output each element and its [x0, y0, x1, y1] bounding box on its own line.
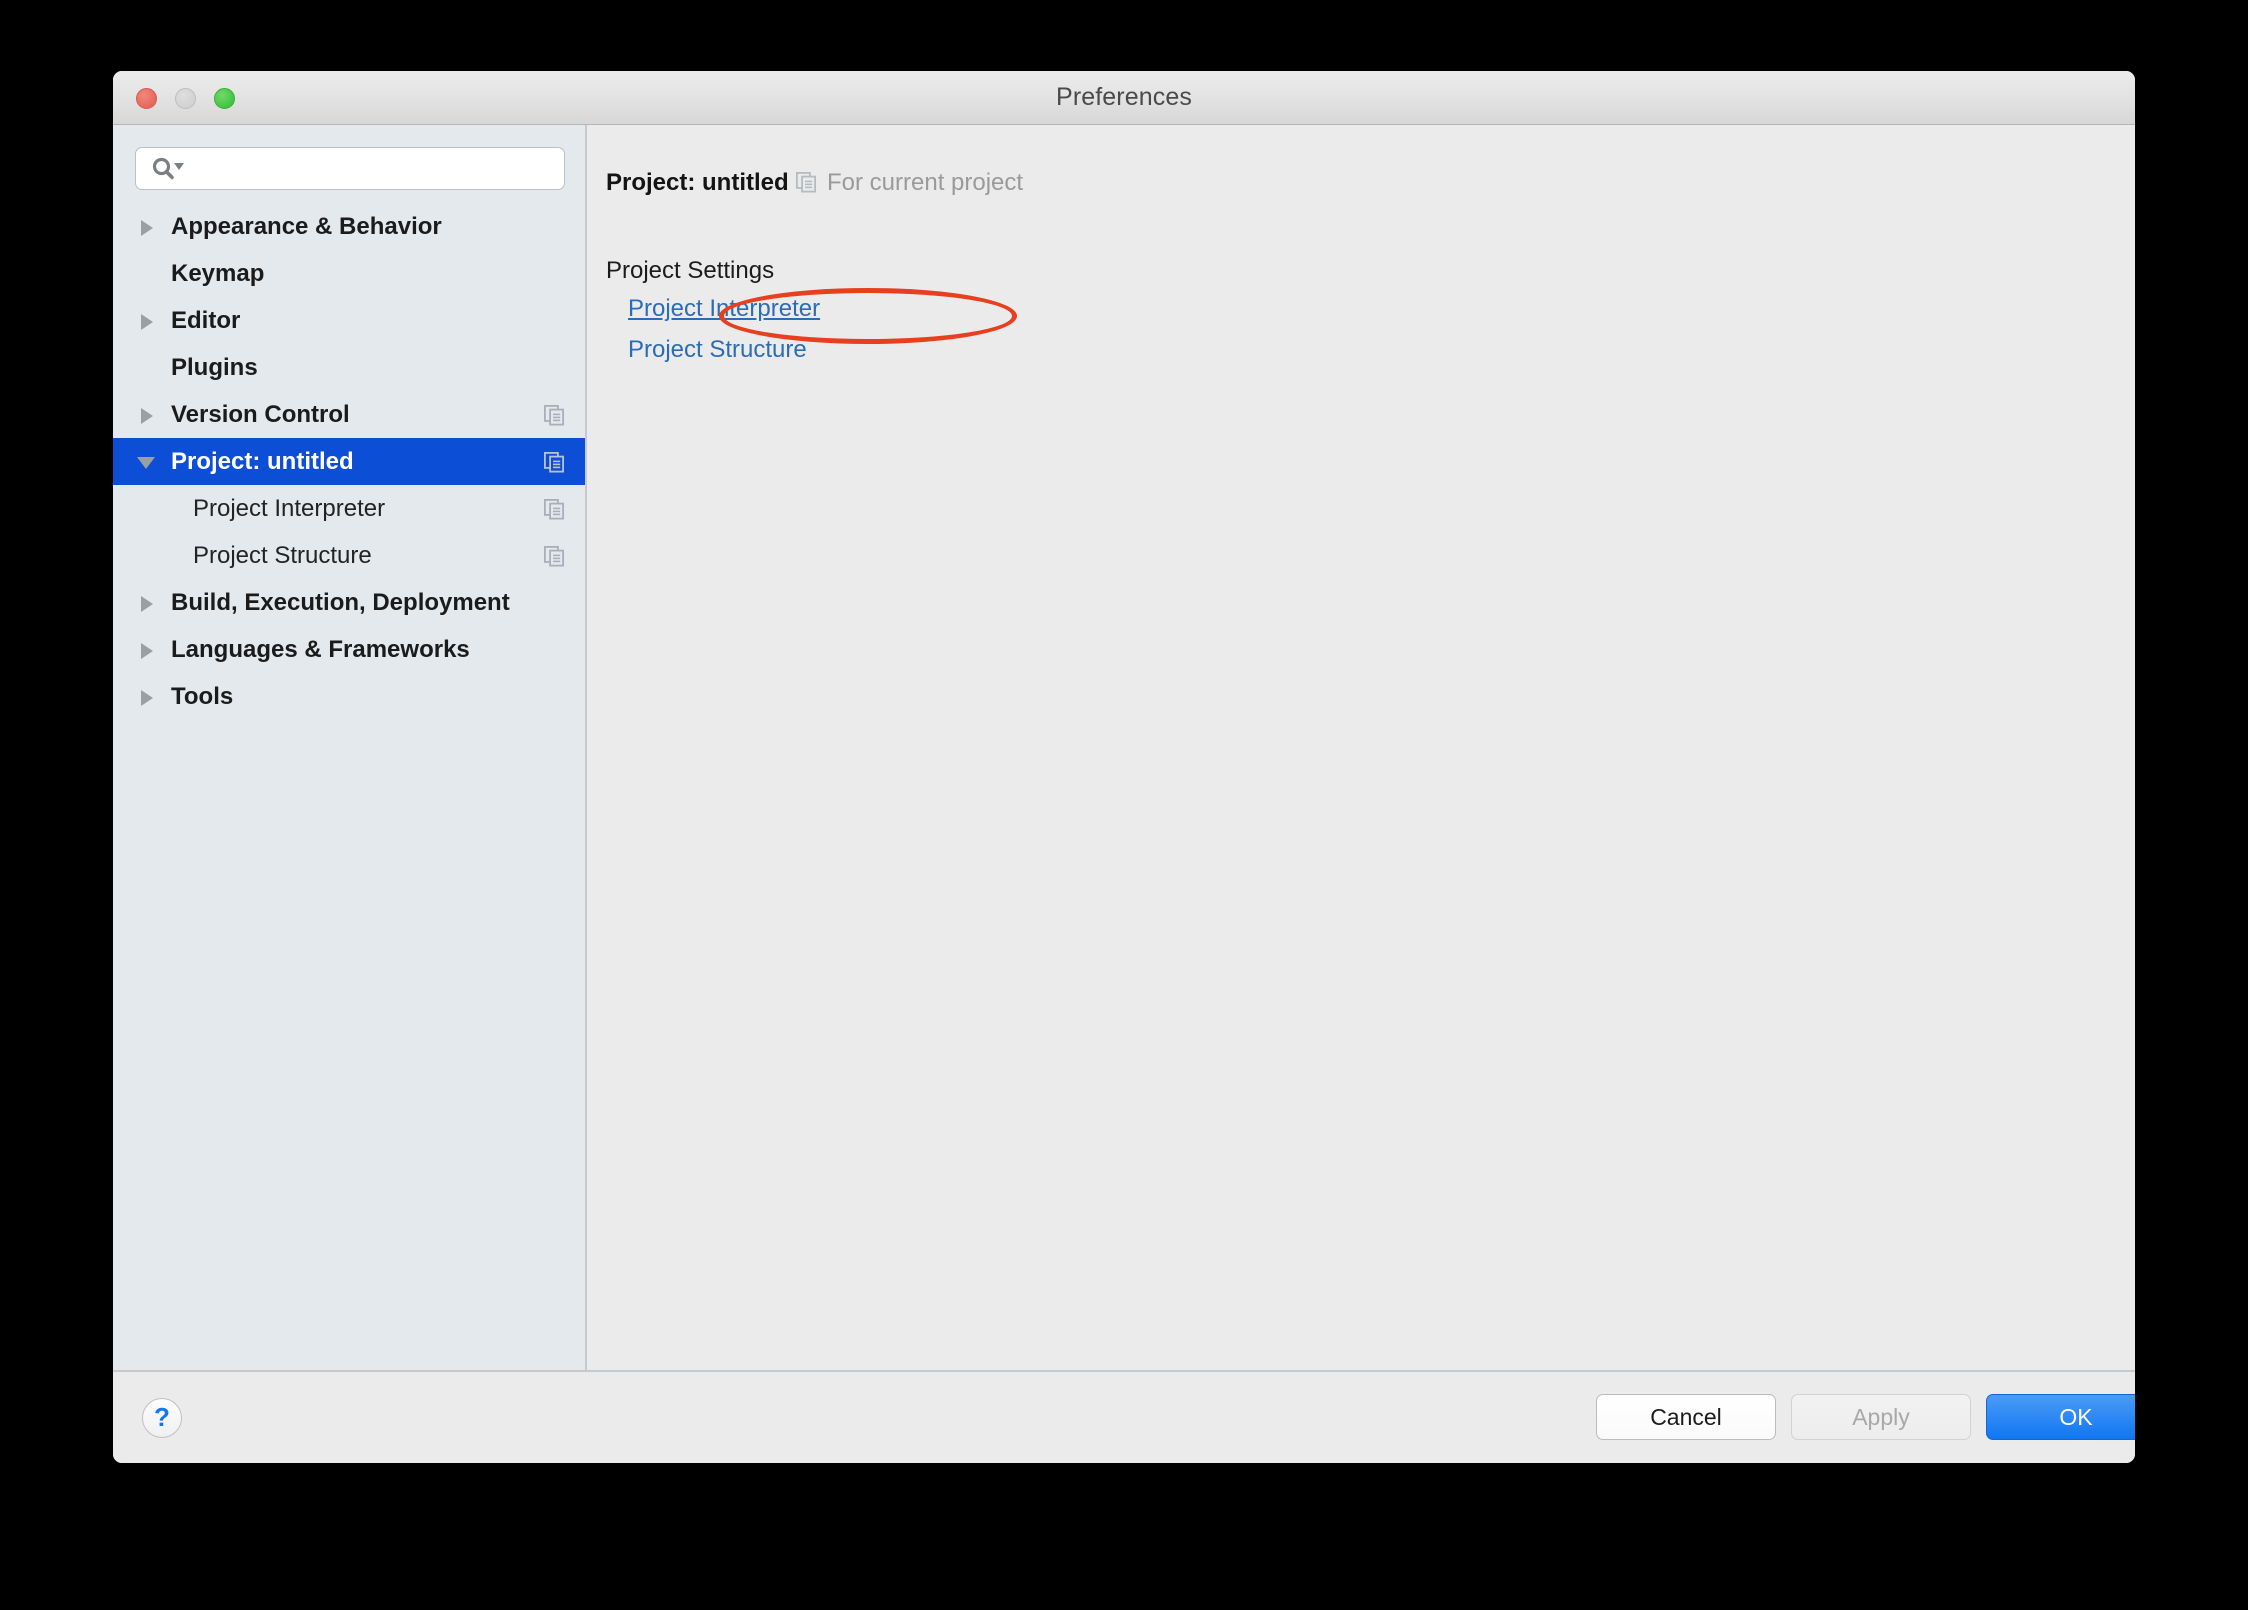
sidebar-item-label: Project Interpreter [193, 495, 386, 522]
preferences-window: Preferences Appearance & Behavior Keymap… [113, 71, 2135, 1463]
sidebar-item-label: Appearance & Behavior [171, 213, 442, 240]
chevron-right-icon[interactable] [135, 391, 161, 438]
chevron-right-icon[interactable] [135, 673, 161, 720]
sidebar-item-label: Version Control [171, 401, 350, 428]
chevron-right-icon[interactable] [135, 579, 161, 626]
copy-icon [796, 172, 816, 193]
link-project-structure[interactable]: Project Structure [628, 336, 807, 364]
sidebar-item-tools[interactable]: Tools [113, 673, 585, 720]
settings-content-pane: Project: untitled For current project Pr… [589, 125, 2135, 1370]
screen: Preferences Appearance & Behavior Keymap… [0, 0, 2248, 1610]
sidebar-item-project-interpreter[interactable]: Project Interpreter [113, 485, 585, 532]
apply-button[interactable]: Apply [1791, 1394, 1971, 1440]
chevron-right-icon[interactable] [135, 203, 161, 250]
dialog-footer: ? Cancel Apply OK [113, 1370, 2135, 1463]
sidebar-item-label: Keymap [171, 260, 265, 287]
sidebar-item-languages-and-frameworks[interactable]: Languages & Frameworks [113, 626, 585, 673]
cancel-button[interactable]: Cancel [1596, 1394, 1776, 1440]
copy-icon [544, 405, 564, 426]
scope-note-label: For current project [827, 169, 1024, 196]
sidebar-item-project-structure[interactable]: Project Structure [113, 532, 585, 579]
link-project-interpreter[interactable]: Project Interpreter [628, 295, 820, 323]
help-button[interactable]: ? [142, 1398, 182, 1438]
copy-icon [544, 499, 564, 520]
search-field-wrap [135, 147, 565, 190]
ok-button[interactable]: OK [1986, 1394, 2135, 1440]
sidebar-item-label: Plugins [171, 354, 258, 381]
settings-tree: Appearance & Behavior Keymap Editor Plug… [113, 203, 585, 720]
chevron-right-icon[interactable] [135, 626, 161, 673]
sidebar-item-editor[interactable]: Editor [113, 297, 585, 344]
window-title: Preferences [1056, 83, 1192, 111]
page-title: Project: untitled [606, 169, 789, 196]
sidebar-item-keymap[interactable]: Keymap [113, 250, 585, 297]
sidebar-item-version-control[interactable]: Version Control [113, 391, 585, 438]
sidebar-item-label: Build, Execution, Deployment [171, 589, 510, 616]
sidebar-item-appearance-and-behavior[interactable]: Appearance & Behavior [113, 203, 585, 250]
scope-note: For current project [796, 169, 1023, 197]
search-icon[interactable] [151, 157, 187, 181]
sidebar-item-plugins[interactable]: Plugins [113, 344, 585, 391]
page-header: Project: untitled [606, 169, 789, 201]
copy-icon [544, 452, 564, 473]
section-title: Project Settings [606, 257, 775, 284]
settings-sidebar: Appearance & Behavior Keymap Editor Plug… [113, 125, 587, 1370]
copy-icon [544, 546, 564, 567]
sidebar-item-build-execution-deployment[interactable]: Build, Execution, Deployment [113, 579, 585, 626]
chevron-right-icon[interactable] [135, 297, 161, 344]
search-input[interactable] [193, 148, 555, 190]
sidebar-item-label: Editor [171, 307, 241, 334]
window-titlebar: Preferences [113, 71, 2135, 125]
sidebar-item-label: Tools [171, 683, 234, 710]
sidebar-item-label: Languages & Frameworks [171, 636, 470, 663]
sidebar-item-label: Project Structure [193, 542, 372, 569]
sidebar-item-label: Project: untitled [171, 448, 354, 475]
chevron-down-icon[interactable] [135, 438, 161, 485]
sidebar-item-project-untitled[interactable]: Project: untitled [113, 438, 585, 485]
